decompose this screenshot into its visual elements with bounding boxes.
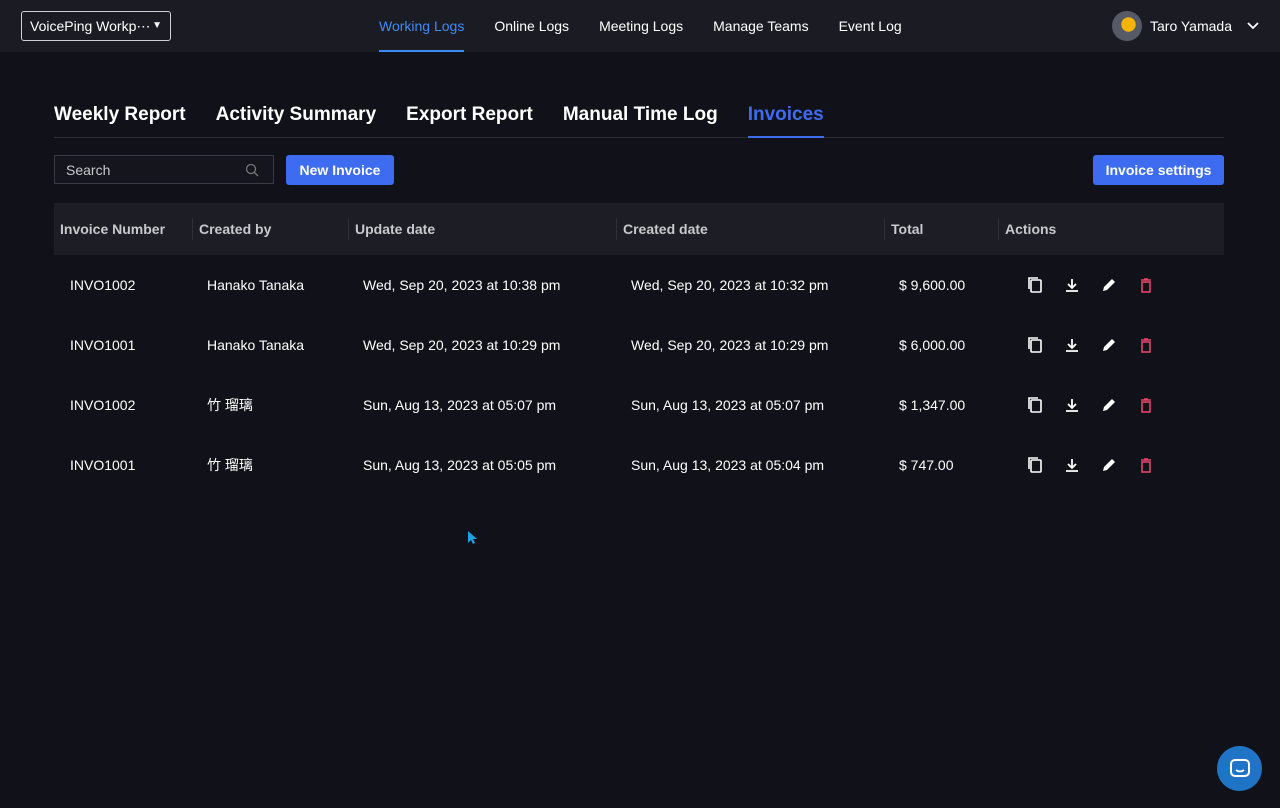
chat-icon <box>1229 758 1250 777</box>
row-actions <box>998 396 1224 414</box>
tab-invoices[interactable]: Invoices <box>747 94 824 138</box>
col-total: Total <box>884 218 998 240</box>
nav-meeting-logs[interactable]: Meeting Logs <box>584 0 698 52</box>
col-update-date: Update date <box>348 218 616 240</box>
nav-online-logs[interactable]: Online Logs <box>479 0 584 52</box>
row-actions <box>998 456 1224 474</box>
edit-icon[interactable] <box>1100 336 1118 354</box>
tab-activity-summary[interactable]: Activity Summary <box>216 94 377 137</box>
user-menu[interactable]: Taro Yamada <box>1112 11 1260 41</box>
copy-icon[interactable] <box>1026 276 1044 294</box>
invoice-table: Invoice Number Created by Update date Cr… <box>54 203 1224 495</box>
edit-icon[interactable] <box>1100 276 1118 294</box>
chevron-down-icon <box>1247 22 1259 30</box>
main-nav: Working Logs Online Logs Meeting Logs Ma… <box>364 0 917 52</box>
created-date: Sun, Aug 13, 2023 at 05:04 pm <box>631 457 825 473</box>
update-date: Wed, Sep 20, 2023 at 10:29 pm <box>363 337 561 353</box>
nav-working-logs[interactable]: Working Logs <box>364 0 479 52</box>
new-invoice-button[interactable]: New Invoice <box>286 155 394 185</box>
search-input[interactable] <box>55 161 245 178</box>
delete-icon[interactable] <box>1137 336 1155 354</box>
workspace-name: VoicePing Workp⋯ <box>30 17 151 34</box>
update-date: Wed, Sep 20, 2023 at 10:38 pm <box>363 277 561 293</box>
invoice-number: INVO1002 <box>70 277 136 293</box>
table-row: INVO1001 竹 瑠璃 Sun, Aug 13, 2023 at 05:05… <box>54 435 1224 495</box>
table-row: INVO1001 Hanako Tanaka Wed, Sep 20, 2023… <box>54 315 1224 375</box>
chat-launcher-button[interactable] <box>1217 746 1262 791</box>
col-invoice-number: Invoice Number <box>60 221 166 237</box>
search-box <box>54 155 274 184</box>
tab-export-report[interactable]: Export Report <box>406 94 533 137</box>
copy-icon[interactable] <box>1026 336 1044 354</box>
top-bar: VoicePing Workp⋯ ▼ Working Logs Online Lo… <box>0 0 1280 52</box>
copy-icon[interactable] <box>1026 456 1044 474</box>
edit-icon[interactable] <box>1100 396 1118 414</box>
col-actions: Actions <box>998 218 1224 240</box>
delete-icon[interactable] <box>1137 456 1155 474</box>
created-by: 竹 瑠璃 <box>207 397 253 413</box>
total: $ 747.00 <box>899 457 954 473</box>
invoice-settings-button[interactable]: Invoice settings <box>1093 155 1224 185</box>
download-icon[interactable] <box>1063 396 1081 414</box>
total: $ 9,600.00 <box>899 277 966 293</box>
created-by: 竹 瑠璃 <box>207 457 253 473</box>
update-date: Sun, Aug 13, 2023 at 05:07 pm <box>363 397 557 413</box>
row-actions <box>998 336 1224 354</box>
invoice-number: INVO1001 <box>70 457 136 473</box>
created-by: Hanako Tanaka <box>207 277 305 293</box>
delete-icon[interactable] <box>1137 276 1155 294</box>
invoice-number: INVO1002 <box>70 397 136 413</box>
table-row: INVO1002 Hanako Tanaka Wed, Sep 20, 2023… <box>54 255 1224 315</box>
update-date: Sun, Aug 13, 2023 at 05:05 pm <box>363 457 557 473</box>
workspace-selector[interactable]: VoicePing Workp⋯ ▼ <box>21 11 171 41</box>
table-row: INVO1002 竹 瑠璃 Sun, Aug 13, 2023 at 05:07… <box>54 375 1224 435</box>
edit-icon[interactable] <box>1100 456 1118 474</box>
tab-manual-time-log[interactable]: Manual Time Log <box>563 94 718 137</box>
caret-down-icon: ▼ <box>152 20 162 31</box>
total: $ 1,347.00 <box>899 397 966 413</box>
col-created-by: Created by <box>192 218 348 240</box>
col-created-date: Created date <box>616 218 884 240</box>
copy-icon[interactable] <box>1026 396 1044 414</box>
table-header: Invoice Number Created by Update date Cr… <box>54 203 1224 255</box>
tab-weekly-report[interactable]: Weekly Report <box>54 94 186 137</box>
created-date: Wed, Sep 20, 2023 at 10:32 pm <box>631 277 829 293</box>
total: $ 6,000.00 <box>899 337 966 353</box>
created-date: Sun, Aug 13, 2023 at 05:07 pm <box>631 397 825 413</box>
report-tabs: Weekly Report Activity Summary Export Re… <box>54 94 1224 138</box>
created-date: Wed, Sep 20, 2023 at 10:29 pm <box>631 337 829 353</box>
nav-manage-teams[interactable]: Manage Teams <box>698 0 823 52</box>
mouse-cursor-icon <box>468 531 477 544</box>
download-icon[interactable] <box>1063 336 1081 354</box>
created-by: Hanako Tanaka <box>207 337 305 353</box>
nav-event-log[interactable]: Event Log <box>824 0 917 52</box>
download-icon[interactable] <box>1063 276 1081 294</box>
user-name: Taro Yamada <box>1150 18 1232 34</box>
delete-icon[interactable] <box>1137 396 1155 414</box>
avatar <box>1112 11 1142 41</box>
row-actions <box>998 276 1224 294</box>
invoice-number: INVO1001 <box>70 337 136 353</box>
download-icon[interactable] <box>1063 456 1081 474</box>
search-icon <box>245 163 259 176</box>
